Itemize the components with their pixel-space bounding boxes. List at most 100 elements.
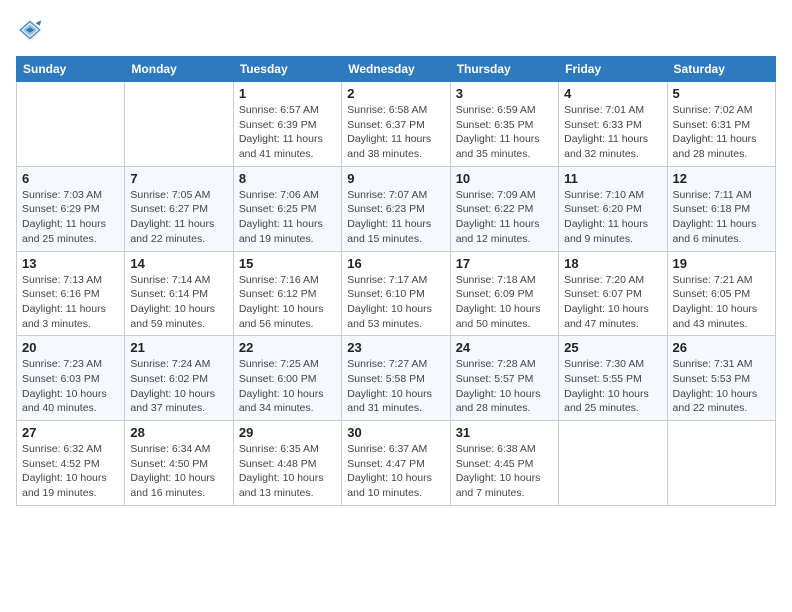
day-info: Sunrise: 6:57 AM Sunset: 6:39 PM Dayligh…: [239, 103, 336, 162]
calendar-cell: 24Sunrise: 7:28 AM Sunset: 5:57 PM Dayli…: [450, 336, 558, 421]
calendar-cell: [559, 421, 667, 506]
day-info: Sunrise: 7:31 AM Sunset: 5:53 PM Dayligh…: [673, 357, 770, 416]
day-number: 26: [673, 340, 770, 355]
calendar-table: SundayMondayTuesdayWednesdayThursdayFrid…: [16, 56, 776, 506]
day-info: Sunrise: 7:02 AM Sunset: 6:31 PM Dayligh…: [673, 103, 770, 162]
calendar-week-row: 1 Sunrise: 6:57 AM Sunset: 6:39 PM Daylig…: [17, 82, 776, 167]
column-header-wednesday: Wednesday: [342, 57, 450, 82]
day-info: Sunrise: 7:28 AM Sunset: 5:57 PM Dayligh…: [456, 357, 553, 416]
calendar-cell: 4 Sunrise: 7:01 AM Sunset: 6:33 PM Daylig…: [559, 82, 667, 167]
calendar-cell: 26 Sunrise: 7:31 AM Sunset: 5:53 PM Dayli…: [667, 336, 775, 421]
calendar-cell: 2 Sunrise: 6:58 AM Sunset: 6:37 PM Daylig…: [342, 82, 450, 167]
day-number: 21: [130, 340, 227, 355]
day-info: Sunrise: 7:30 AM Sunset: 5:55 PM Dayligh…: [564, 357, 661, 416]
calendar-cell: 20Sunrise: 7:23 AM Sunset: 6:03 PM Dayli…: [17, 336, 125, 421]
day-info: Sunrise: 7:18 AM Sunset: 6:09 PM Dayligh…: [456, 273, 553, 332]
calendar-cell: 31 Sunrise: 6:38 AM Sunset: 4:45 PM Dayli…: [450, 421, 558, 506]
column-header-monday: Monday: [125, 57, 233, 82]
day-info: Sunrise: 7:21 AM Sunset: 6:05 PM Dayligh…: [673, 273, 770, 332]
column-header-thursday: Thursday: [450, 57, 558, 82]
day-info: Sunrise: 7:17 AM Sunset: 6:10 PM Dayligh…: [347, 273, 444, 332]
calendar-week-row: 6Sunrise: 7:03 AM Sunset: 6:29 PM Daylig…: [17, 166, 776, 251]
calendar-cell: 19Sunrise: 7:21 AM Sunset: 6:05 PM Dayli…: [667, 251, 775, 336]
day-number: 15: [239, 256, 336, 271]
calendar-header-row: SundayMondayTuesdayWednesdayThursdayFrid…: [17, 57, 776, 82]
day-number: 22: [239, 340, 336, 355]
day-info: Sunrise: 7:01 AM Sunset: 6:33 PM Dayligh…: [564, 103, 661, 162]
calendar-cell: 16 Sunrise: 7:17 AM Sunset: 6:10 PM Dayli…: [342, 251, 450, 336]
day-number: 2: [347, 86, 444, 101]
day-info: Sunrise: 6:59 AM Sunset: 6:35 PM Dayligh…: [456, 103, 553, 162]
day-info: Sunrise: 6:38 AM Sunset: 4:45 PM Dayligh…: [456, 442, 553, 501]
calendar-week-row: 27 Sunrise: 6:32 AM Sunset: 4:52 PM Dayli…: [17, 421, 776, 506]
day-number: 8: [239, 171, 336, 186]
calendar-cell: 7 Sunrise: 7:05 AM Sunset: 6:27 PM Daylig…: [125, 166, 233, 251]
calendar-cell: 1 Sunrise: 6:57 AM Sunset: 6:39 PM Daylig…: [233, 82, 341, 167]
logo: [16, 16, 48, 44]
calendar-cell: 5 Sunrise: 7:02 AM Sunset: 6:31 PM Daylig…: [667, 82, 775, 167]
calendar-cell: 18 Sunrise: 7:20 AM Sunset: 6:07 PM Dayli…: [559, 251, 667, 336]
calendar-cell: 21Sunrise: 7:24 AM Sunset: 6:02 PM Dayli…: [125, 336, 233, 421]
day-info: Sunrise: 7:27 AM Sunset: 5:58 PM Dayligh…: [347, 357, 444, 416]
calendar-cell: 12Sunrise: 7:11 AM Sunset: 6:18 PM Dayli…: [667, 166, 775, 251]
day-number: 29: [239, 425, 336, 440]
page-header: [16, 16, 776, 44]
day-number: 17: [456, 256, 553, 271]
day-number: 18: [564, 256, 661, 271]
calendar-cell: 17 Sunrise: 7:18 AM Sunset: 6:09 PM Dayli…: [450, 251, 558, 336]
calendar-cell: 14 Sunrise: 7:14 AM Sunset: 6:14 PM Dayli…: [125, 251, 233, 336]
day-info: Sunrise: 6:58 AM Sunset: 6:37 PM Dayligh…: [347, 103, 444, 162]
calendar-cell: 10Sunrise: 7:09 AM Sunset: 6:22 PM Dayli…: [450, 166, 558, 251]
day-number: 30: [347, 425, 444, 440]
day-number: 4: [564, 86, 661, 101]
calendar-cell: [17, 82, 125, 167]
day-number: 13: [22, 256, 119, 271]
calendar-cell: 25 Sunrise: 7:30 AM Sunset: 5:55 PM Dayli…: [559, 336, 667, 421]
day-info: Sunrise: 7:06 AM Sunset: 6:25 PM Dayligh…: [239, 188, 336, 247]
day-number: 10: [456, 171, 553, 186]
day-info: Sunrise: 7:20 AM Sunset: 6:07 PM Dayligh…: [564, 273, 661, 332]
logo-icon: [16, 16, 44, 44]
day-number: 5: [673, 86, 770, 101]
day-number: 9: [347, 171, 444, 186]
day-info: Sunrise: 6:34 AM Sunset: 4:50 PM Dayligh…: [130, 442, 227, 501]
day-number: 27: [22, 425, 119, 440]
day-info: Sunrise: 7:10 AM Sunset: 6:20 PM Dayligh…: [564, 188, 661, 247]
day-number: 1: [239, 86, 336, 101]
calendar-cell: 15 Sunrise: 7:16 AM Sunset: 6:12 PM Dayli…: [233, 251, 341, 336]
calendar-cell: 30 Sunrise: 6:37 AM Sunset: 4:47 PM Dayli…: [342, 421, 450, 506]
calendar-cell: 11 Sunrise: 7:10 AM Sunset: 6:20 PM Dayli…: [559, 166, 667, 251]
day-info: Sunrise: 7:05 AM Sunset: 6:27 PM Dayligh…: [130, 188, 227, 247]
column-header-sunday: Sunday: [17, 57, 125, 82]
calendar-week-row: 13 Sunrise: 7:13 AM Sunset: 6:16 PM Dayli…: [17, 251, 776, 336]
day-number: 16: [347, 256, 444, 271]
day-number: 7: [130, 171, 227, 186]
day-info: Sunrise: 7:07 AM Sunset: 6:23 PM Dayligh…: [347, 188, 444, 247]
column-header-tuesday: Tuesday: [233, 57, 341, 82]
calendar-cell: 28 Sunrise: 6:34 AM Sunset: 4:50 PM Dayli…: [125, 421, 233, 506]
calendar-cell: 8 Sunrise: 7:06 AM Sunset: 6:25 PM Daylig…: [233, 166, 341, 251]
day-number: 31: [456, 425, 553, 440]
day-number: 28: [130, 425, 227, 440]
day-number: 14: [130, 256, 227, 271]
calendar-cell: 22 Sunrise: 7:25 AM Sunset: 6:00 PM Dayli…: [233, 336, 341, 421]
day-info: Sunrise: 7:25 AM Sunset: 6:00 PM Dayligh…: [239, 357, 336, 416]
calendar-cell: 27 Sunrise: 6:32 AM Sunset: 4:52 PM Dayli…: [17, 421, 125, 506]
day-number: 23: [347, 340, 444, 355]
day-info: Sunrise: 7:14 AM Sunset: 6:14 PM Dayligh…: [130, 273, 227, 332]
day-info: Sunrise: 7:13 AM Sunset: 6:16 PM Dayligh…: [22, 273, 119, 332]
calendar-cell: 29 Sunrise: 6:35 AM Sunset: 4:48 PM Dayli…: [233, 421, 341, 506]
day-info: Sunrise: 7:16 AM Sunset: 6:12 PM Dayligh…: [239, 273, 336, 332]
calendar-week-row: 20Sunrise: 7:23 AM Sunset: 6:03 PM Dayli…: [17, 336, 776, 421]
calendar-cell: 23 Sunrise: 7:27 AM Sunset: 5:58 PM Dayli…: [342, 336, 450, 421]
day-info: Sunrise: 6:32 AM Sunset: 4:52 PM Dayligh…: [22, 442, 119, 501]
calendar-cell: 9 Sunrise: 7:07 AM Sunset: 6:23 PM Daylig…: [342, 166, 450, 251]
calendar-cell: 13 Sunrise: 7:13 AM Sunset: 6:16 PM Dayli…: [17, 251, 125, 336]
day-number: 25: [564, 340, 661, 355]
day-info: Sunrise: 6:35 AM Sunset: 4:48 PM Dayligh…: [239, 442, 336, 501]
day-info: Sunrise: 6:37 AM Sunset: 4:47 PM Dayligh…: [347, 442, 444, 501]
day-number: 11: [564, 171, 661, 186]
column-header-saturday: Saturday: [667, 57, 775, 82]
calendar-cell: 6Sunrise: 7:03 AM Sunset: 6:29 PM Daylig…: [17, 166, 125, 251]
day-info: Sunrise: 7:03 AM Sunset: 6:29 PM Dayligh…: [22, 188, 119, 247]
